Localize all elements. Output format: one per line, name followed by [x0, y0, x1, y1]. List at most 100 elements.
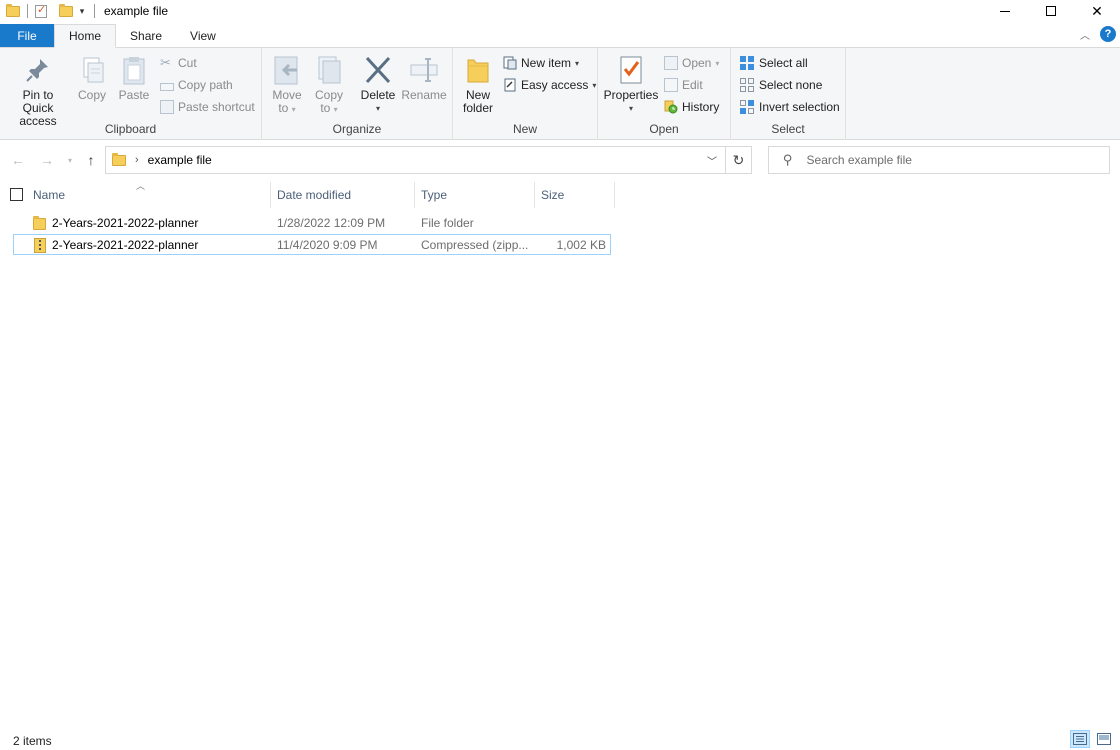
- rename-label: Rename: [401, 88, 447, 102]
- address-bar[interactable]: › example file ﹀ ↻: [105, 146, 752, 174]
- move-to-button[interactable]: Move to ▾: [270, 54, 304, 116]
- collapse-ribbon-icon[interactable]: ︿: [1080, 27, 1090, 42]
- ribbon: Pin to Quick access Copy Paste ✂ Cut Cop…: [0, 48, 1120, 140]
- back-arrow-icon: ←: [11, 152, 25, 168]
- back-button[interactable]: ←: [8, 150, 28, 170]
- new-item-button[interactable]: New item ▾: [503, 54, 579, 72]
- select-none-icon: [740, 78, 754, 92]
- paste-shortcut-button[interactable]: Paste shortcut: [160, 98, 255, 116]
- breadcrumb[interactable]: example file: [148, 153, 212, 167]
- search-icon: ⚲: [783, 152, 793, 167]
- select-all-button[interactable]: Select all: [739, 54, 808, 72]
- maximize-icon: [1046, 6, 1056, 16]
- copy-to-button[interactable]: Copy to ▾: [312, 54, 346, 116]
- view-switcher: [1070, 730, 1114, 748]
- edit-button[interactable]: Edit: [664, 76, 703, 94]
- paste-icon: [123, 57, 145, 85]
- large-icons-view-icon: [1097, 733, 1111, 745]
- pin-to-quick-access-button[interactable]: Pin to Quick access: [6, 54, 70, 128]
- copy-button[interactable]: Copy: [74, 54, 110, 102]
- maximize-button[interactable]: [1028, 0, 1074, 22]
- organize-group: Move to ▾ Copy to ▾ Delete ▾ Rename Orga…: [262, 48, 453, 140]
- select-group-label: Select: [771, 122, 805, 136]
- select-all-checkbox[interactable]: [10, 188, 23, 201]
- file-size: 1,002 KB: [556, 237, 606, 252]
- forward-button[interactable]: →: [37, 150, 57, 170]
- minimize-button[interactable]: [982, 0, 1028, 22]
- new-folder-button[interactable]: New folder: [461, 54, 495, 115]
- breadcrumb-chevron-icon[interactable]: ›: [135, 154, 139, 166]
- new-item-dropdown-icon: ▾: [575, 58, 580, 68]
- new-folder-label-2: folder: [462, 101, 494, 115]
- window-controls: ✕: [982, 0, 1120, 22]
- file-type: Compressed (zipp...: [421, 237, 529, 252]
- copy-to-label-2: to ▾: [320, 101, 338, 115]
- delete-button[interactable]: Delete ▾: [360, 54, 396, 115]
- customize-toolbar-icon[interactable]: ▾: [77, 6, 87, 17]
- close-icon: ✕: [1091, 2, 1103, 19]
- new-folder-icon[interactable]: [59, 3, 73, 17]
- up-button[interactable]: ↑: [81, 150, 101, 170]
- paste-button[interactable]: Paste: [116, 54, 152, 102]
- large-icons-view-button[interactable]: [1094, 730, 1114, 748]
- list-item[interactable]: 2-Years-2021-2022-planner 11/4/2020 9:09…: [13, 234, 611, 255]
- tab-home[interactable]: Home: [54, 24, 117, 48]
- copy-path-button[interactable]: Copy path: [160, 76, 233, 94]
- ribbon-tabs: File Home Share View ︿ ?: [0, 24, 1120, 48]
- cut-button[interactable]: ✂ Cut: [160, 54, 197, 72]
- history-button[interactable]: History: [664, 98, 719, 116]
- new-item-label: New item: [521, 56, 572, 70]
- open-icon: [664, 56, 678, 70]
- select-group: Select all Select none Invert selection …: [731, 48, 846, 140]
- clipboard-group-label: Clipboard: [104, 122, 157, 136]
- properties-dropdown-icon[interactable]: ▾: [629, 102, 633, 115]
- title-bar: ▾ example file ✕: [0, 0, 1120, 22]
- separator: [94, 4, 95, 18]
- column-header-name[interactable]: Name: [26, 182, 270, 208]
- invert-selection-button[interactable]: Invert selection: [739, 98, 840, 116]
- file-date: 11/4/2020 9:09 PM: [277, 237, 378, 252]
- easy-access-icon: [504, 78, 516, 92]
- close-button[interactable]: ✕: [1074, 0, 1120, 22]
- details-view-button[interactable]: [1070, 730, 1090, 748]
- move-to-icon: [274, 56, 298, 85]
- properties-button[interactable]: Properties ▾: [604, 54, 658, 115]
- move-to-label: to ▾: [278, 101, 296, 115]
- copy-path-icon: [160, 82, 174, 91]
- properties-label: Properties: [603, 88, 659, 102]
- scissors-icon: ✂: [160, 55, 171, 70]
- list-item[interactable]: 2-Years-2021-2022-planner 1/28/2022 12:0…: [13, 213, 611, 234]
- pin-label: Pin to Quick: [22, 88, 54, 115]
- column-header-date-modified[interactable]: Date modified: [270, 182, 414, 208]
- column-divider[interactable]: [614, 182, 615, 208]
- open-button[interactable]: Open ▾: [664, 54, 719, 72]
- rename-icon: [410, 58, 438, 82]
- select-all-icon: [740, 56, 754, 70]
- easy-access-button[interactable]: Easy access ▾: [503, 76, 596, 94]
- history-icon: [664, 100, 678, 114]
- file-date: 1/28/2022 12:09 PM: [277, 215, 386, 230]
- select-none-button[interactable]: Select none: [739, 76, 822, 94]
- copy-to-icon: [318, 56, 341, 84]
- recent-locations-button[interactable]: ▾: [60, 150, 80, 170]
- forward-arrow-icon: →: [40, 152, 54, 168]
- delete-icon: [365, 56, 391, 84]
- refresh-button[interactable]: ↻: [725, 147, 751, 173]
- folder-icon[interactable]: [6, 3, 20, 17]
- tab-share[interactable]: Share: [116, 24, 176, 47]
- file-name: 2-Years-2021-2022-planner: [52, 237, 199, 252]
- select-none-label: Select none: [759, 78, 823, 92]
- address-dropdown-icon[interactable]: ﹀: [707, 153, 717, 168]
- rename-button[interactable]: Rename: [401, 54, 447, 102]
- search-input[interactable]: ⚲ Search example file: [768, 146, 1110, 174]
- cut-label: Cut: [178, 56, 197, 70]
- tab-view[interactable]: View: [176, 24, 230, 47]
- separator: [27, 4, 28, 18]
- tab-file[interactable]: File: [0, 24, 54, 47]
- properties-icon[interactable]: [35, 3, 47, 18]
- delete-dropdown-icon[interactable]: ▾: [376, 102, 380, 115]
- help-icon[interactable]: ?: [1100, 26, 1116, 42]
- column-header-size[interactable]: Size: [534, 182, 614, 208]
- column-header-type[interactable]: Type: [414, 182, 534, 208]
- open-dropdown-icon: ▾: [715, 58, 720, 68]
